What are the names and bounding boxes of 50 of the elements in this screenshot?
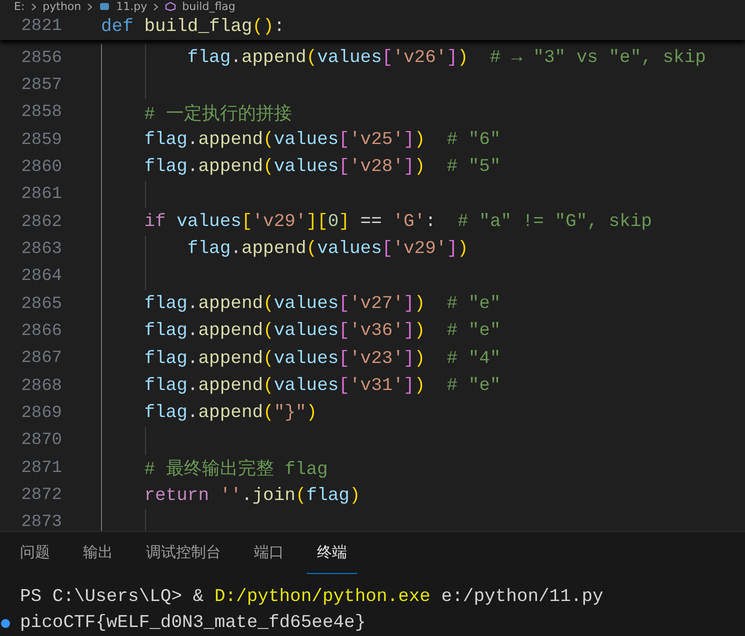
line-number: 2863 (20, 240, 62, 259)
panel-tab[interactable]: 终端 (307, 532, 357, 574)
code-line: def build_flag(): (101, 16, 285, 37)
line-number: 2871 (20, 458, 62, 478)
line-number: 2864 (20, 267, 62, 286)
code-line: flag.append(values['v29']) (186, 239, 468, 260)
chevron-icon (30, 2, 37, 10)
line-number: 2872 (20, 486, 62, 506)
code-line: flag.append("}") (143, 403, 318, 424)
code-line: if values['v29'][0] == 'G': # "a" != "G", skip (143, 212, 652, 232)
line-number: 2868 (20, 376, 62, 396)
line-number: 2856 (20, 48, 62, 68)
panel-tab[interactable]: 问题 (10, 532, 60, 574)
breadcrumb-item[interactable]: E: (14, 0, 25, 13)
line-number: 2857 (20, 76, 62, 95)
python-file-icon (99, 2, 110, 11)
line-number: 2862 (20, 212, 62, 232)
line-number: 2821 (20, 17, 62, 36)
panel-tab[interactable]: 输出 (73, 532, 123, 574)
line-number: 2867 (20, 349, 62, 368)
line-number: 2865 (20, 294, 62, 314)
code-line: return ''.join(flag) (143, 486, 360, 506)
line-number: 2869 (20, 404, 62, 423)
line-number: 2873 (20, 513, 62, 531)
line-number: 2858 (20, 103, 62, 122)
code-line: flag.append(values['v23']) # "4" (143, 348, 501, 369)
command-status-dot[interactable] (1, 618, 10, 628)
terminal-line: picoCTF{wELF_d0N3_mate_fd65ee4e} (20, 613, 366, 633)
code-line: # 最终输出完整 flag (143, 458, 328, 480)
panel-tab[interactable]: 端口 (244, 532, 294, 574)
chevron-icon (153, 2, 160, 10)
line-number: 2859 (20, 130, 62, 150)
code-line: flag.append(values['v31']) # "e" (143, 376, 501, 396)
line-number: 2861 (20, 185, 62, 204)
code-line: flag.append(values['v28']) # "5" (143, 157, 501, 178)
code-line: flag.append(values['v25']) # "6" (143, 130, 501, 150)
line-number: 2866 (20, 322, 62, 341)
code-line: flag.append(values['v36']) # "e" (143, 321, 501, 342)
code-line: # 一定执行的拼接 (143, 102, 292, 125)
code-line: flag.append(values['v27']) # "e" (143, 294, 501, 314)
line-number: 2870 (20, 431, 62, 450)
breadcrumb-item[interactable]: 11.py (116, 0, 148, 13)
code-line: flag.append(values['v26']) # → "3" vs "e", skip (186, 48, 706, 68)
breadcrumb-item[interactable]: python (42, 0, 82, 13)
terminal-line: PS C:\Users\LQ> & D:/python/python.exe e:/python/11.py (20, 587, 604, 607)
chevron-icon (87, 2, 94, 10)
cube-icon (165, 2, 176, 11)
breadcrumb-item[interactable]: build_flag (182, 0, 236, 13)
panel-tab[interactable]: 调试控制台 (136, 532, 231, 574)
line-number: 2860 (20, 158, 62, 177)
